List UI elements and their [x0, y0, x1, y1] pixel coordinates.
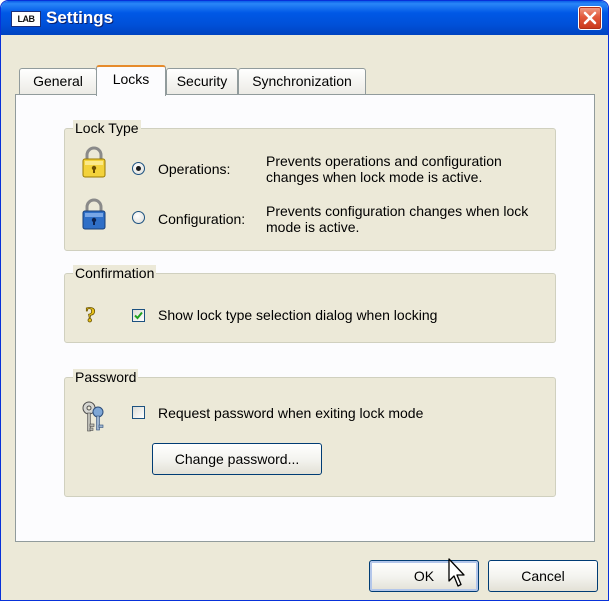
checkmark-icon	[134, 311, 143, 320]
operations-label: Operations:	[158, 161, 231, 177]
show-lock-type-dialog-checkbox[interactable]	[132, 309, 145, 322]
tab-synchronization[interactable]: Synchronization	[238, 68, 366, 94]
tab-strip: General Locks Security Synchronization	[15, 65, 595, 96]
close-icon	[583, 11, 597, 25]
tab-security[interactable]: Security	[166, 68, 238, 94]
configuration-label: Configuration:	[158, 211, 246, 227]
blue-padlock-icon	[82, 198, 106, 230]
tab-locks[interactable]: Locks	[96, 65, 166, 96]
app-logo-icon: LAB	[11, 11, 41, 27]
cancel-button[interactable]: Cancel	[488, 560, 598, 592]
configuration-radio[interactable]	[132, 211, 145, 224]
request-password-label: Request password when exiting lock mode	[158, 405, 424, 421]
lock-type-group-label: Lock Type	[73, 120, 141, 136]
tab-general[interactable]: General	[19, 68, 97, 94]
settings-dialog: LAB Settings General Locks Security Sync…	[0, 0, 609, 601]
request-password-checkbox[interactable]	[132, 406, 145, 419]
configuration-description: Prevents configuration changes when lock…	[266, 203, 529, 235]
window-title: Settings	[46, 8, 114, 27]
password-group-label: Password	[73, 369, 139, 385]
confirmation-group: Confirmation ? Show lock type selection …	[64, 265, 556, 343]
operations-radio[interactable]	[132, 162, 145, 175]
change-password-button[interactable]: Change password...	[152, 443, 322, 475]
svg-text:?: ?	[85, 302, 96, 326]
question-mark-icon: ?	[85, 302, 97, 326]
title-bar[interactable]: LAB Settings	[1, 1, 608, 35]
locks-tab-panel: Lock Type Operations: Prevents operation…	[15, 94, 595, 542]
show-lock-type-dialog-label: Show lock type selection dialog when loc…	[158, 307, 438, 323]
lock-type-group: Lock Type Operations: Prevents operation…	[64, 120, 556, 251]
confirmation-group-label: Confirmation	[73, 265, 157, 281]
yellow-padlock-icon	[82, 146, 106, 178]
close-button[interactable]	[578, 6, 602, 30]
keys-icon	[82, 401, 104, 432]
operations-description: Prevents operations and configuration ch…	[266, 153, 502, 185]
password-group: Password Request password when exiting l…	[64, 369, 556, 497]
mouse-pointer-icon	[448, 558, 465, 587]
